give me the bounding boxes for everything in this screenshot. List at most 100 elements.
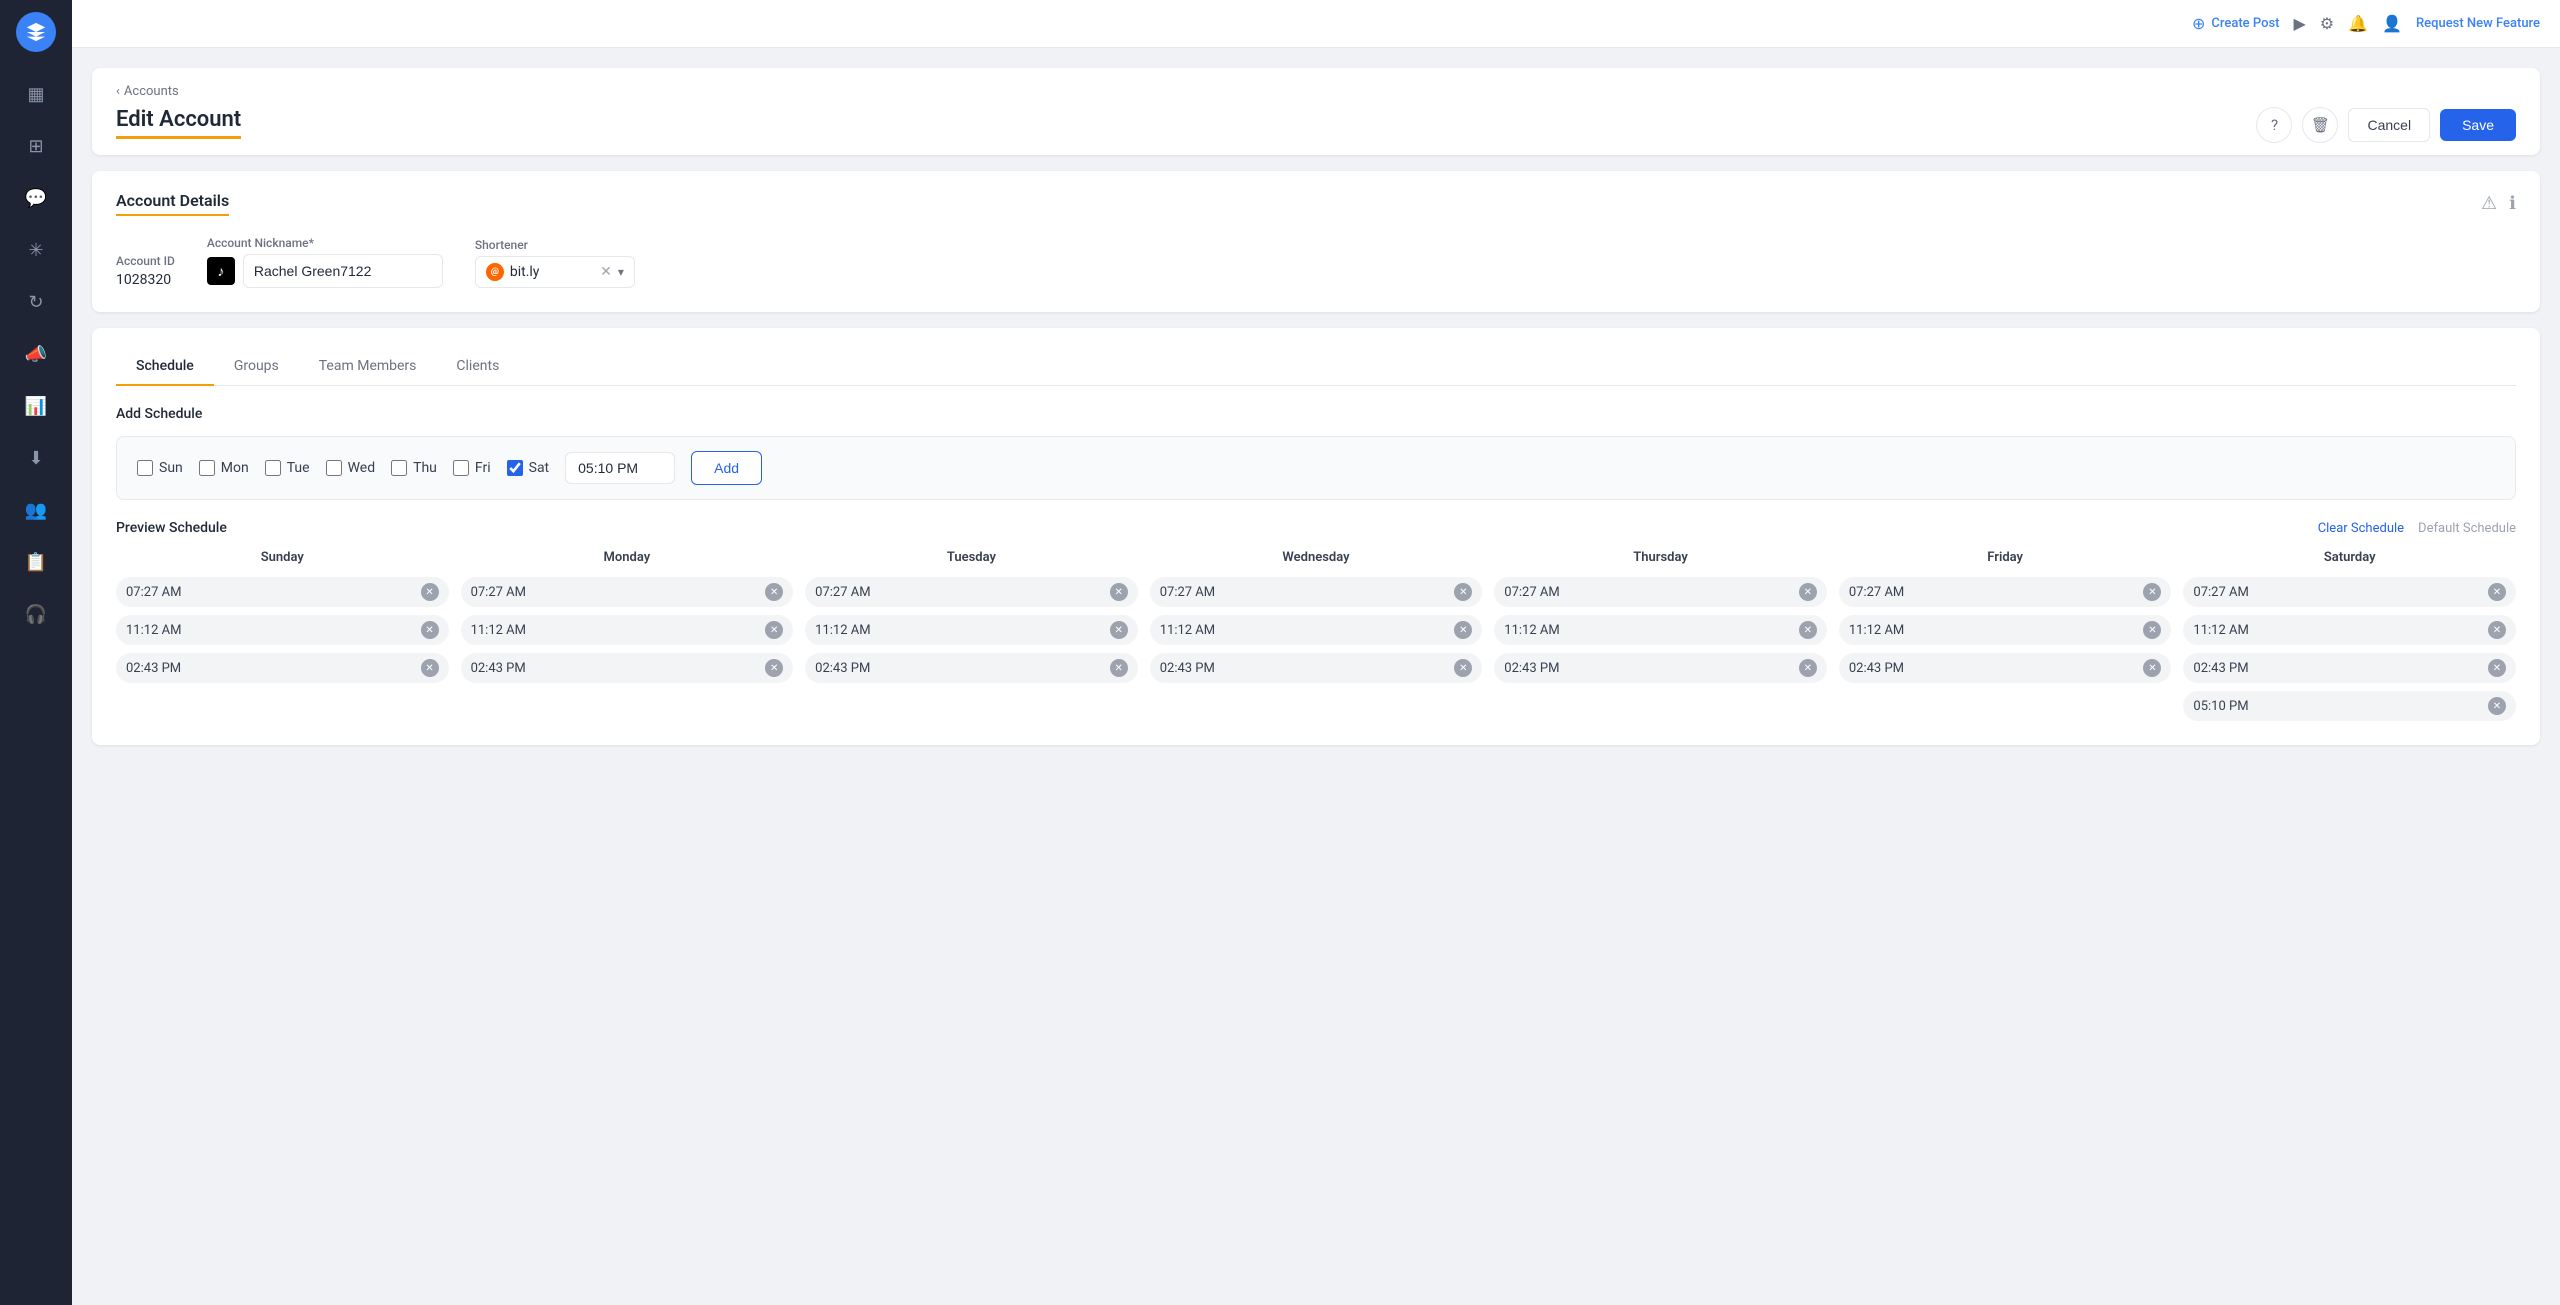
add-button[interactable]: Add xyxy=(691,451,762,485)
time-value: 11:12 AM xyxy=(2193,623,2248,638)
sat-checkbox[interactable] xyxy=(507,460,523,476)
sidebar-item-messages[interactable]: 💬 xyxy=(14,176,58,220)
shortener-clear-icon[interactable]: ✕ xyxy=(600,264,612,280)
clear-schedule-button[interactable]: Clear Schedule xyxy=(2318,521,2404,536)
tue-checkbox[interactable] xyxy=(265,460,281,476)
day-fri: Fri xyxy=(453,460,491,476)
remove-time-button[interactable]: ✕ xyxy=(421,659,439,677)
time-chip: 02:43 PM✕ xyxy=(1494,653,1827,683)
user-icon[interactable]: 👤 xyxy=(2382,14,2402,33)
notifications-icon[interactable]: 🔔 xyxy=(2348,14,2368,33)
remove-time-button[interactable]: ✕ xyxy=(765,621,783,639)
remove-time-button[interactable]: ✕ xyxy=(1454,583,1472,601)
save-button[interactable]: Save xyxy=(2440,109,2516,141)
account-id-field: Account ID 1028320 xyxy=(116,254,175,288)
time-chip: 02:43 PM✕ xyxy=(1839,653,2172,683)
app-logo[interactable] xyxy=(16,12,56,52)
account-id-label: Account ID xyxy=(116,254,175,268)
sidebar-item-users[interactable]: 👥 xyxy=(14,488,58,532)
time-chip: 11:12 AM ✕ xyxy=(1839,615,2172,645)
help-button[interactable]: ? xyxy=(2256,107,2292,143)
mon-checkbox[interactable] xyxy=(199,460,215,476)
time-input[interactable] xyxy=(565,452,675,484)
remove-time-button[interactable]: ✕ xyxy=(765,583,783,601)
time-value: 11:12 AM xyxy=(471,623,526,638)
sidebar-item-support[interactable]: 🎧 xyxy=(14,592,58,636)
remove-time-button[interactable]: ✕ xyxy=(2143,583,2161,601)
delete-button[interactable]: 🗑 xyxy=(2302,107,2338,143)
day-sat: Sat xyxy=(507,460,550,476)
fri-label[interactable]: Fri xyxy=(475,460,491,476)
time-chip: 11:12 AM✕ xyxy=(1150,615,1483,645)
default-schedule-button[interactable]: Default Schedule xyxy=(2418,521,2516,536)
tab-team-members[interactable]: Team Members xyxy=(299,348,437,386)
wed-label[interactable]: Wed xyxy=(348,460,376,476)
thu-checkbox[interactable] xyxy=(391,460,407,476)
remove-time-button[interactable]: ✕ xyxy=(1110,621,1128,639)
sidebar-item-grid[interactable]: ⊞ xyxy=(14,124,58,168)
sat-label[interactable]: Sat xyxy=(529,460,550,476)
time-value: 11:12 AM xyxy=(1849,623,1904,638)
remove-time-button[interactable]: ✕ xyxy=(1454,621,1472,639)
remove-time-button[interactable]: ✕ xyxy=(421,583,439,601)
fields-row: Account ID 1028320 Account Nickname* ♪ S… xyxy=(116,236,2516,288)
time-value: 07:27 AM xyxy=(471,585,526,600)
time-value: 07:27 AM xyxy=(1849,585,1904,600)
remove-time-button[interactable]: ✕ xyxy=(1799,659,1817,677)
sun-checkbox[interactable] xyxy=(137,460,153,476)
thu-label[interactable]: Thu xyxy=(413,460,437,476)
remove-time-button[interactable]: ✕ xyxy=(1110,659,1128,677)
shortener-wrap[interactable]: @ bit.ly ✕ ▾ xyxy=(475,256,635,288)
breadcrumb[interactable]: ‹ Accounts xyxy=(116,84,2516,99)
tab-schedule[interactable]: Schedule xyxy=(116,348,214,386)
remove-time-button[interactable]: ✕ xyxy=(2488,697,2506,715)
warning-icon[interactable]: ⚠ xyxy=(2481,193,2497,214)
remove-time-button[interactable]: ✕ xyxy=(765,659,783,677)
fri-checkbox[interactable] xyxy=(453,460,469,476)
time-value: 02:43 PM xyxy=(471,661,526,676)
time-chip: 02:43 PM✕ xyxy=(2183,653,2516,683)
remove-time-button[interactable]: ✕ xyxy=(421,621,439,639)
tue-label[interactable]: Tue xyxy=(287,460,310,476)
schedule-grid: Sunday07:27 AM✕11:12 AM✕02:43 PM✕Monday0… xyxy=(116,550,2516,721)
info-icon[interactable]: ℹ xyxy=(2509,193,2516,214)
tab-clients[interactable]: Clients xyxy=(436,348,519,386)
remove-time-button[interactable]: ✕ xyxy=(2488,659,2506,677)
play-icon[interactable]: ▶ xyxy=(2293,14,2305,33)
tab-groups[interactable]: Groups xyxy=(214,348,299,386)
day-name: Sunday xyxy=(116,550,449,565)
chevron-down-icon[interactable]: ▾ xyxy=(618,265,624,279)
remove-time-button[interactable]: ✕ xyxy=(2488,621,2506,639)
time-chip: 11:12 AM✕ xyxy=(805,615,1138,645)
sidebar-item-downloads[interactable]: ⬇ xyxy=(14,436,58,480)
nickname-input[interactable] xyxy=(243,254,443,288)
sidebar-item-dashboard[interactable]: ▦ xyxy=(14,72,58,116)
time-value: 07:27 AM xyxy=(815,585,870,600)
time-chip: 02:43 PM✕ xyxy=(805,653,1138,683)
sidebar-item-sync[interactable]: ↻ xyxy=(14,280,58,324)
main-area: ⊕ Create Post ▶ ⚙ 🔔 👤 Request New Featur… xyxy=(72,0,2560,1305)
sidebar-item-connections[interactable]: ✳ xyxy=(14,228,58,272)
sidebar-item-campaigns[interactable]: 📣 xyxy=(14,332,58,376)
day-name: Tuesday xyxy=(805,550,1138,565)
settings-icon[interactable]: ⚙ xyxy=(2320,14,2334,33)
time-value: 07:27 AM xyxy=(126,585,181,600)
edit-header-row: Edit Account ? 🗑 Cancel Save xyxy=(116,107,2516,155)
remove-time-button[interactable]: ✕ xyxy=(1454,659,1472,677)
request-feature-link[interactable]: Request New Feature xyxy=(2416,16,2540,31)
mon-label[interactable]: Mon xyxy=(221,460,249,476)
cancel-button[interactable]: Cancel xyxy=(2348,108,2430,142)
sun-label[interactable]: Sun xyxy=(159,460,183,476)
remove-time-button[interactable]: ✕ xyxy=(2143,659,2161,677)
day-column-saturday: Saturday07:27 AM✕11:12 AM✕02:43 PM✕05:10… xyxy=(2183,550,2516,721)
remove-time-button[interactable]: ✕ xyxy=(2143,621,2161,639)
create-post-button[interactable]: ⊕ Create Post xyxy=(2192,14,2279,33)
wed-checkbox[interactable] xyxy=(326,460,342,476)
remove-time-button[interactable]: ✕ xyxy=(1799,621,1817,639)
sidebar-item-analytics[interactable]: 📊 xyxy=(14,384,58,428)
sidebar-item-reports[interactable]: 📋 xyxy=(14,540,58,584)
remove-time-button[interactable]: ✕ xyxy=(2488,583,2506,601)
remove-time-button[interactable]: ✕ xyxy=(1110,583,1128,601)
nickname-label: Account Nickname* xyxy=(207,236,443,250)
remove-time-button[interactable]: ✕ xyxy=(1799,583,1817,601)
